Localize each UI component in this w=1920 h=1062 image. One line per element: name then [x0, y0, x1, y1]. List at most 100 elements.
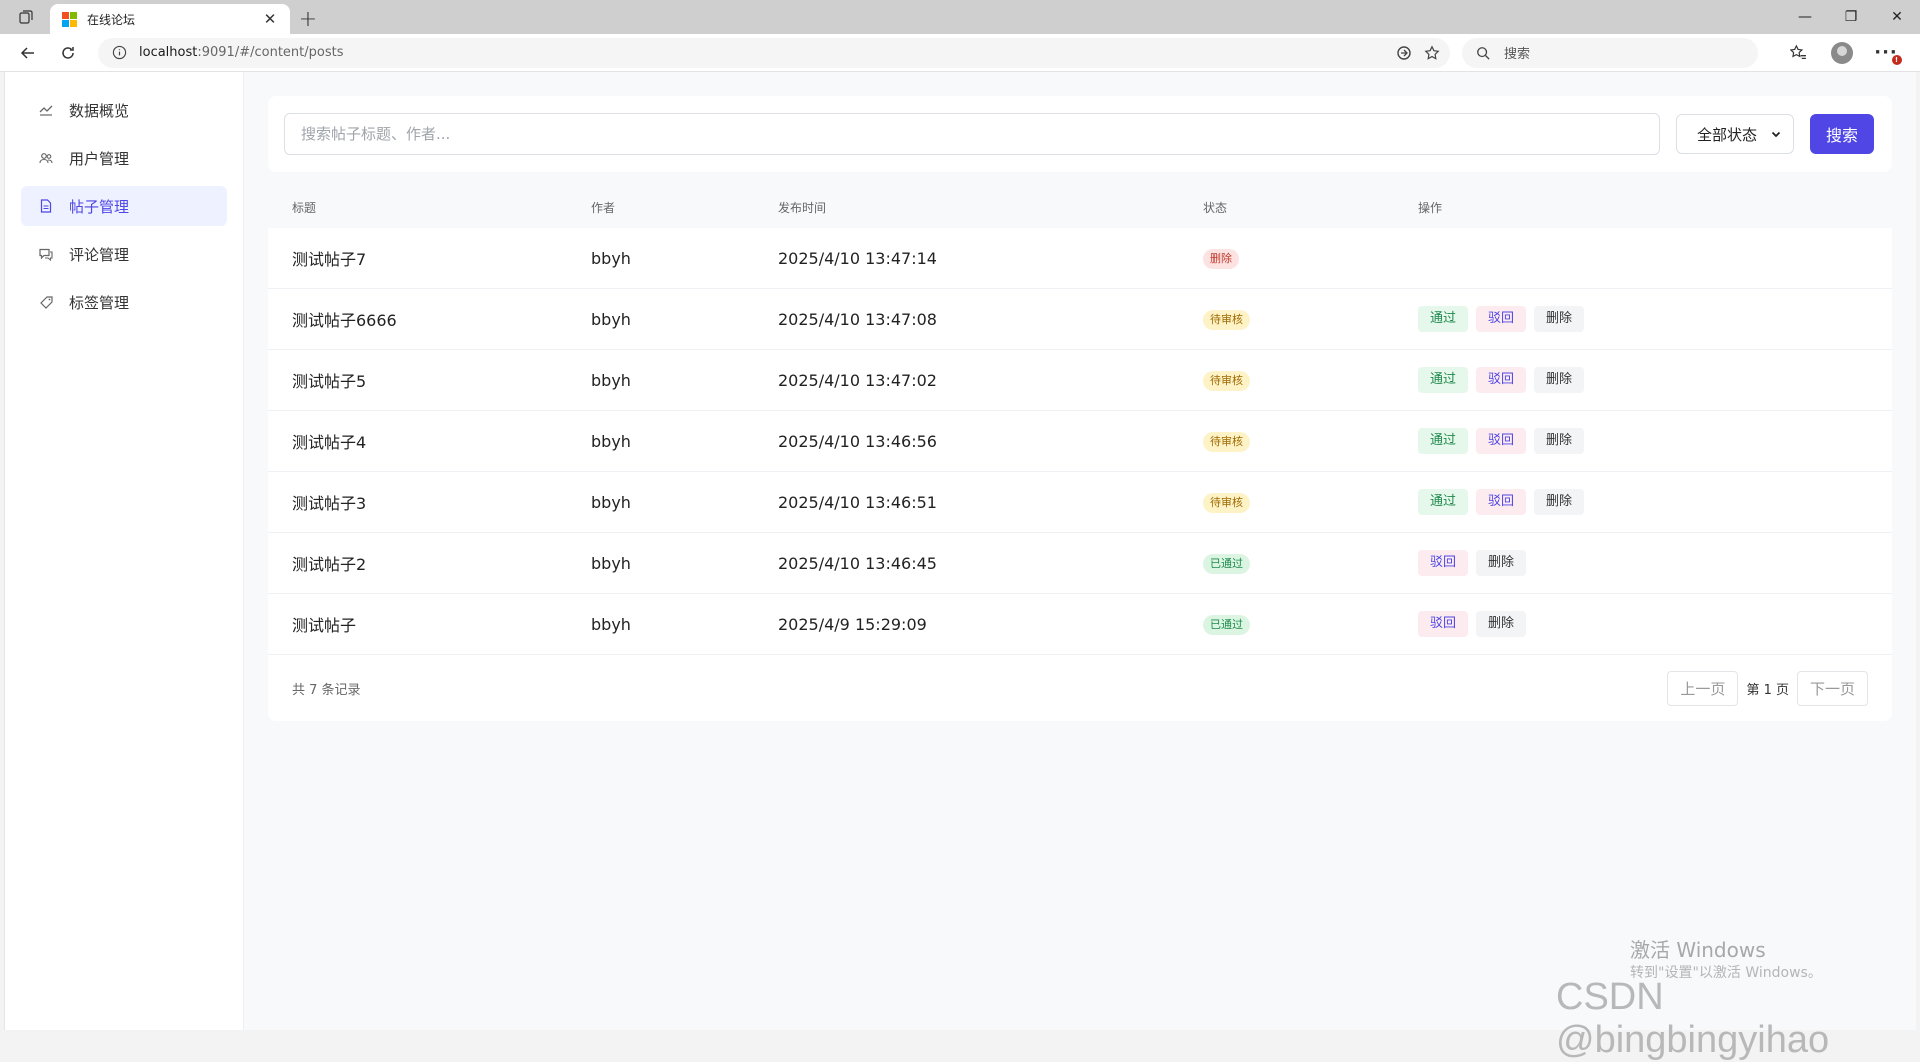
reject-button[interactable]: 驳回	[1476, 489, 1527, 515]
table-row: 测试帖子6666 bbyh 2025/4/10 13:47:08 待审核 通过 …	[268, 289, 1892, 350]
post-title: 测试帖子6666	[292, 311, 397, 330]
posts-table: 标题 作者 发布时间 状态 操作 测试帖子7 bbyh 2025/4/10 13…	[268, 186, 1892, 721]
favorites-button[interactable]	[1778, 37, 1818, 69]
tab-title: 在线论坛	[87, 12, 136, 27]
table-footer: 共 7 条记录 上一页 第 1 页 下一页	[268, 655, 1892, 721]
prev-page-button[interactable]: 上一页	[1667, 670, 1739, 706]
chart-trend-icon	[39, 104, 53, 116]
url-path: :9091/#/content/posts	[197, 45, 344, 60]
browser-tab[interactable]: 在线论坛 ✕	[50, 4, 290, 34]
profile-button[interactable]	[1822, 37, 1862, 69]
search-button[interactable]: 搜索	[1810, 114, 1874, 154]
approve-button[interactable]: 通过	[1418, 428, 1469, 454]
total-records: 共 7 条记录	[292, 682, 361, 698]
browser-toolbar: localhost:9091/#/content/posts 搜索 ··· !	[0, 34, 1920, 72]
reject-button[interactable]: 驳回	[1476, 306, 1527, 332]
main-content: 全部状态 搜索 标题 作者 发布时间 状态 操作 测试帖子7 bbyh 2025…	[244, 72, 1916, 1030]
status-badge: 删除	[1203, 249, 1239, 269]
post-author: bbyh	[591, 248, 631, 268]
post-search-input[interactable]	[284, 113, 1660, 155]
sidebar-item-label: 评论管理	[69, 245, 130, 264]
sidebar-item-tags[interactable]: 标签管理	[21, 282, 227, 322]
sidebar-item-posts[interactable]: 帖子管理	[21, 186, 227, 226]
row-actions: 通过 驳回 删除	[1418, 428, 1892, 454]
row-actions: 驳回 删除	[1418, 550, 1892, 576]
post-title: 测试帖子3	[292, 494, 367, 513]
sidebar-item-label: 标签管理	[69, 293, 130, 312]
table-row: 测试帖子4 bbyh 2025/4/10 13:46:56 待审核 通过 驳回 …	[268, 411, 1892, 472]
post-author: bbyh	[591, 431, 631, 451]
delete-button[interactable]: 删除	[1534, 367, 1585, 393]
url-text[interactable]: localhost:9091/#/content/posts	[139, 45, 1384, 60]
post-time: 2025/4/10 13:47:14	[778, 248, 937, 268]
post-title: 测试帖子7	[292, 250, 367, 269]
approve-button[interactable]: 通过	[1418, 367, 1469, 393]
reject-button[interactable]: 驳回	[1418, 550, 1469, 576]
table-row: 测试帖子7 bbyh 2025/4/10 13:47:14 删除	[268, 228, 1892, 289]
sidebar-item-users[interactable]: 用户管理	[21, 138, 227, 178]
reject-button[interactable]: 驳回	[1476, 367, 1527, 393]
close-window-icon[interactable]: ✕	[1874, 0, 1920, 34]
tag-icon	[39, 295, 53, 309]
delete-button[interactable]: 删除	[1534, 428, 1585, 454]
post-author: bbyh	[591, 309, 631, 329]
favorites-list-icon	[1789, 44, 1806, 59]
status-badge: 待审核	[1203, 371, 1250, 391]
status-badge: 待审核	[1203, 493, 1250, 513]
refresh-icon	[62, 46, 74, 59]
post-time: 2025/4/10 13:47:08	[778, 309, 937, 329]
minimize-icon[interactable]: —	[1782, 0, 1828, 34]
row-actions: 通过 驳回 删除	[1418, 489, 1892, 515]
sidebar-item-comments[interactable]: 评论管理	[21, 234, 227, 274]
delete-button[interactable]: 删除	[1476, 611, 1527, 637]
post-time: 2025/4/10 13:47:02	[778, 370, 937, 390]
table-row: 测试帖子3 bbyh 2025/4/10 13:46:51 待审核 通过 驳回 …	[268, 472, 1892, 533]
favorite-star-icon[interactable]	[1424, 44, 1440, 61]
new-tab-button[interactable]: +	[290, 4, 326, 34]
sidebar-item-label: 用户管理	[69, 149, 130, 168]
status-badge: 已通过	[1203, 554, 1250, 574]
delete-button[interactable]: 删除	[1534, 489, 1585, 515]
header-status: 状态	[1203, 200, 1228, 215]
delete-button[interactable]: 删除	[1534, 306, 1585, 332]
status-badge: 待审核	[1203, 310, 1250, 330]
restore-icon[interactable]: ❐	[1828, 0, 1874, 34]
reject-button[interactable]: 驳回	[1476, 428, 1527, 454]
pagination: 上一页 第 1 页 下一页	[1667, 670, 1868, 706]
row-actions: 驳回 删除	[1418, 611, 1892, 637]
sidebar: 数据概览 用户管理 帖子管理 评论管理 标签管理	[5, 72, 244, 1030]
comment-icon	[39, 248, 53, 261]
row-actions: 通过 驳回 删除	[1418, 367, 1892, 393]
delete-button[interactable]: 删除	[1476, 550, 1527, 576]
reject-button[interactable]: 驳回	[1418, 611, 1469, 637]
more-options-button[interactable]: ··· !	[1866, 37, 1906, 69]
approve-button[interactable]: 通过	[1418, 489, 1469, 515]
table-header: 标题 作者 发布时间 状态 操作	[268, 186, 1892, 228]
window-controls: — ❐ ✕	[1782, 0, 1920, 34]
table-row: 测试帖子 bbyh 2025/4/9 15:29:09 已通过 驳回 删除	[268, 594, 1892, 655]
read-aloud-icon[interactable]	[1396, 45, 1412, 61]
post-author: bbyh	[591, 614, 631, 634]
status-filter-select[interactable]: 全部状态	[1676, 114, 1794, 154]
post-title: 测试帖子	[292, 616, 357, 635]
site-info-icon[interactable]	[112, 45, 127, 60]
approve-button[interactable]: 通过	[1418, 306, 1469, 332]
post-author: bbyh	[591, 492, 631, 512]
browser-search-box[interactable]: 搜索	[1462, 37, 1758, 68]
tab-actions-button[interactable]	[8, 0, 44, 34]
back-button[interactable]	[8, 37, 48, 69]
tab-close-icon[interactable]: ✕	[262, 10, 278, 28]
header-author: 作者	[591, 200, 616, 215]
document-icon	[39, 199, 53, 213]
next-page-button[interactable]: 下一页	[1796, 670, 1868, 706]
sidebar-item-overview[interactable]: 数据概览	[21, 90, 227, 130]
chevron-down-icon	[1771, 131, 1781, 138]
refresh-button[interactable]	[48, 37, 88, 69]
tab-actions-icon	[19, 10, 33, 24]
post-title: 测试帖子2	[292, 555, 367, 574]
post-time: 2025/4/10 13:46:51	[778, 492, 937, 512]
windows-activation-title: 激活 Windows	[1630, 938, 1766, 962]
address-bar[interactable]: localhost:9091/#/content/posts	[98, 37, 1450, 68]
status-badge: 待审核	[1203, 432, 1250, 452]
browser-search-placeholder: 搜索	[1504, 47, 1531, 62]
